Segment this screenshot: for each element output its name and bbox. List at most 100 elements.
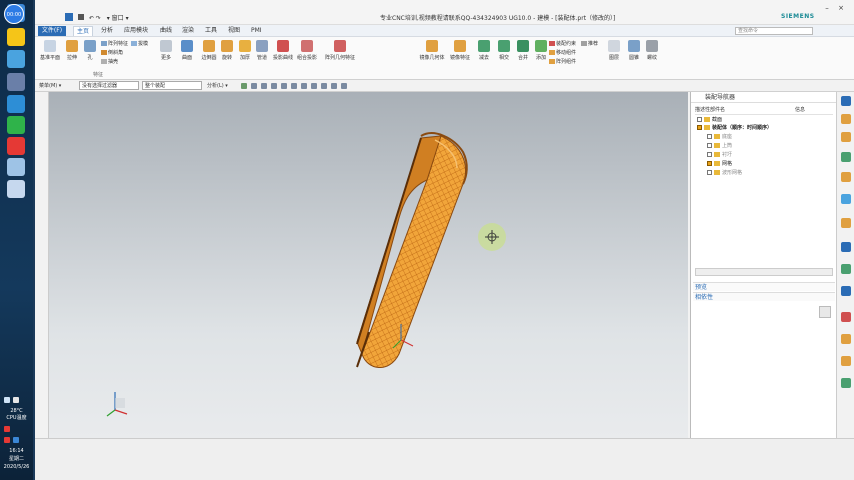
history-tab-icon[interactable] (841, 172, 851, 182)
horizontal-scrollbar[interactable] (695, 268, 833, 276)
snap-icon[interactable] (271, 83, 277, 89)
assembly-scope-select[interactable]: 整个装配 (142, 81, 202, 90)
tab-render[interactable]: 渲染 (179, 26, 197, 36)
pattern-component-button[interactable]: 阵列组件 (549, 58, 576, 65)
snap-icon[interactable] (321, 83, 327, 89)
snap-icon[interactable] (281, 83, 287, 89)
app-globe-icon[interactable] (7, 50, 25, 68)
wechat-icon[interactable] (7, 116, 25, 134)
project-curve-button[interactable]: 投影曲线 (271, 40, 295, 61)
snap-icon[interactable] (331, 83, 337, 89)
datum-plane-button[interactable]: 基准平面 (38, 40, 62, 61)
reuse-library-tab-icon[interactable] (841, 152, 851, 162)
tray-icon[interactable] (4, 437, 10, 443)
tree-node[interactable]: 网格 (707, 160, 732, 168)
move-component-button[interactable]: 移动组件 (549, 49, 576, 56)
tray-icon[interactable] (4, 397, 10, 403)
redo-icon[interactable]: ↷ (96, 15, 101, 22)
tab-pmi[interactable]: PMI (248, 26, 265, 36)
preview-section[interactable]: 预览 (693, 282, 835, 291)
tree-node[interactable]: 装配体（顺序：时间顺序） (697, 124, 772, 132)
app-document-icon[interactable] (7, 180, 25, 198)
snap-icon[interactable] (311, 83, 317, 89)
palette-tab-icon[interactable] (841, 218, 851, 228)
app-star-icon[interactable] (7, 28, 25, 46)
checkbox[interactable] (707, 143, 712, 148)
app-blue-star-icon[interactable] (7, 95, 25, 113)
tab-home[interactable]: 主页 (73, 26, 94, 36)
mirror-feature-button[interactable]: 镜像特征 (446, 40, 474, 61)
assembly-constraints-button[interactable]: 装配约束 (549, 40, 576, 47)
analysis-dropdown[interactable]: 分析(L) ▾ (207, 82, 228, 89)
tab-analysis[interactable]: 分析 (98, 26, 116, 36)
snap-icon[interactable] (301, 83, 307, 89)
role-tab-icon[interactable] (841, 264, 851, 274)
app-red-icon[interactable] (7, 137, 25, 155)
draft-button[interactable]: 拔模 (131, 40, 148, 47)
tree-node[interactable]: 波形网格 (707, 169, 742, 177)
tool-tab-icon[interactable] (841, 312, 851, 322)
file-menu[interactable]: 文件(F) (38, 26, 66, 36)
checkbox[interactable] (707, 134, 712, 139)
shell-button[interactable]: 抽壳 (101, 58, 118, 65)
tray-icon[interactable] (13, 397, 19, 403)
screen-recorder-button[interactable]: 00:00 (4, 4, 24, 24)
app-calculator-icon[interactable] (7, 73, 25, 91)
clock-time[interactable]: 16:14 (0, 448, 33, 455)
graphics-viewport[interactable] (49, 92, 688, 438)
hole-button[interactable]: 孔 (78, 40, 102, 61)
magnifier-icon[interactable] (819, 306, 831, 318)
pattern-geometry-button[interactable]: 阵列几何特征 (323, 40, 357, 61)
checkbox[interactable] (697, 125, 702, 130)
command-search-input[interactable]: 查找命令 (735, 27, 813, 35)
tray-icon[interactable] (4, 426, 10, 432)
snap-icon[interactable] (341, 83, 347, 89)
pattern-feature-button[interactable]: 阵列特征 (101, 40, 128, 47)
tab-view[interactable]: 视图 (225, 26, 243, 36)
checkbox[interactable] (707, 161, 712, 166)
column-name-header[interactable]: 描述性部件名 (695, 107, 725, 113)
part-nav-tab-icon[interactable] (841, 114, 851, 124)
chamfer-button[interactable]: 倒斜角 (101, 49, 123, 56)
combined-projection-button[interactable]: 组合投影 (295, 40, 319, 61)
tree-node[interactable]: 衬圩 (707, 151, 732, 159)
menu-dropdown[interactable]: 菜单(M) ▾ (39, 82, 61, 89)
snap-icon[interactable] (241, 83, 247, 89)
tool-tab-icon[interactable] (841, 378, 851, 388)
tool-tab-icon[interactable] (841, 334, 851, 344)
close-button[interactable]: × (835, 4, 847, 12)
web-browser-tab-icon[interactable] (841, 194, 851, 204)
tree-node[interactable]: 底座 (707, 133, 732, 141)
tree-node[interactable]: 截面 (697, 116, 722, 124)
dependency-section[interactable]: 相依性 (693, 292, 835, 301)
snap-icon[interactable] (291, 83, 297, 89)
save-icon[interactable] (77, 14, 84, 20)
minimize-button[interactable]: – (821, 4, 833, 12)
selection-filter-select[interactable]: 没有选择过滤器 (79, 81, 139, 90)
model-canvas[interactable] (49, 92, 688, 438)
mirror-geometry-button[interactable]: 镜像几何体 (417, 40, 447, 61)
app-folder-icon[interactable] (7, 158, 25, 176)
snap-icon[interactable] (261, 83, 267, 89)
mesh-shell[interactable] (356, 132, 468, 368)
window-menu[interactable]: ▾ 窗口 ▾ (107, 15, 129, 22)
tab-application[interactable]: 应用模块 (121, 26, 151, 36)
assembly-nav-tab-icon[interactable] (841, 96, 851, 106)
tree-node[interactable]: 上筒 (707, 142, 732, 150)
checkbox[interactable] (707, 152, 712, 157)
tool-tab-icon[interactable] (841, 356, 851, 366)
checkbox[interactable] (697, 117, 702, 122)
tray-icon[interactable] (13, 437, 19, 443)
undo-icon[interactable]: ↶ (89, 15, 94, 22)
clock-tab-icon[interactable] (841, 242, 851, 252)
constraint-nav-tab-icon[interactable] (841, 132, 851, 142)
recommend-button[interactable]: 推荐 (581, 40, 598, 47)
checkbox[interactable] (707, 170, 712, 175)
surface-button[interactable]: 曲面 (175, 40, 199, 61)
thread-button[interactable]: 螺纹 (640, 40, 664, 61)
tab-curve[interactable]: 曲线 (157, 26, 175, 36)
quick-access-toolbar[interactable]: ↶ ↷ ▾ 窗口 ▾ (65, 13, 129, 22)
column-info-header[interactable]: 信息 (795, 106, 805, 113)
system-tab-icon[interactable] (841, 286, 851, 296)
tab-tools[interactable]: 工具 (202, 26, 220, 36)
